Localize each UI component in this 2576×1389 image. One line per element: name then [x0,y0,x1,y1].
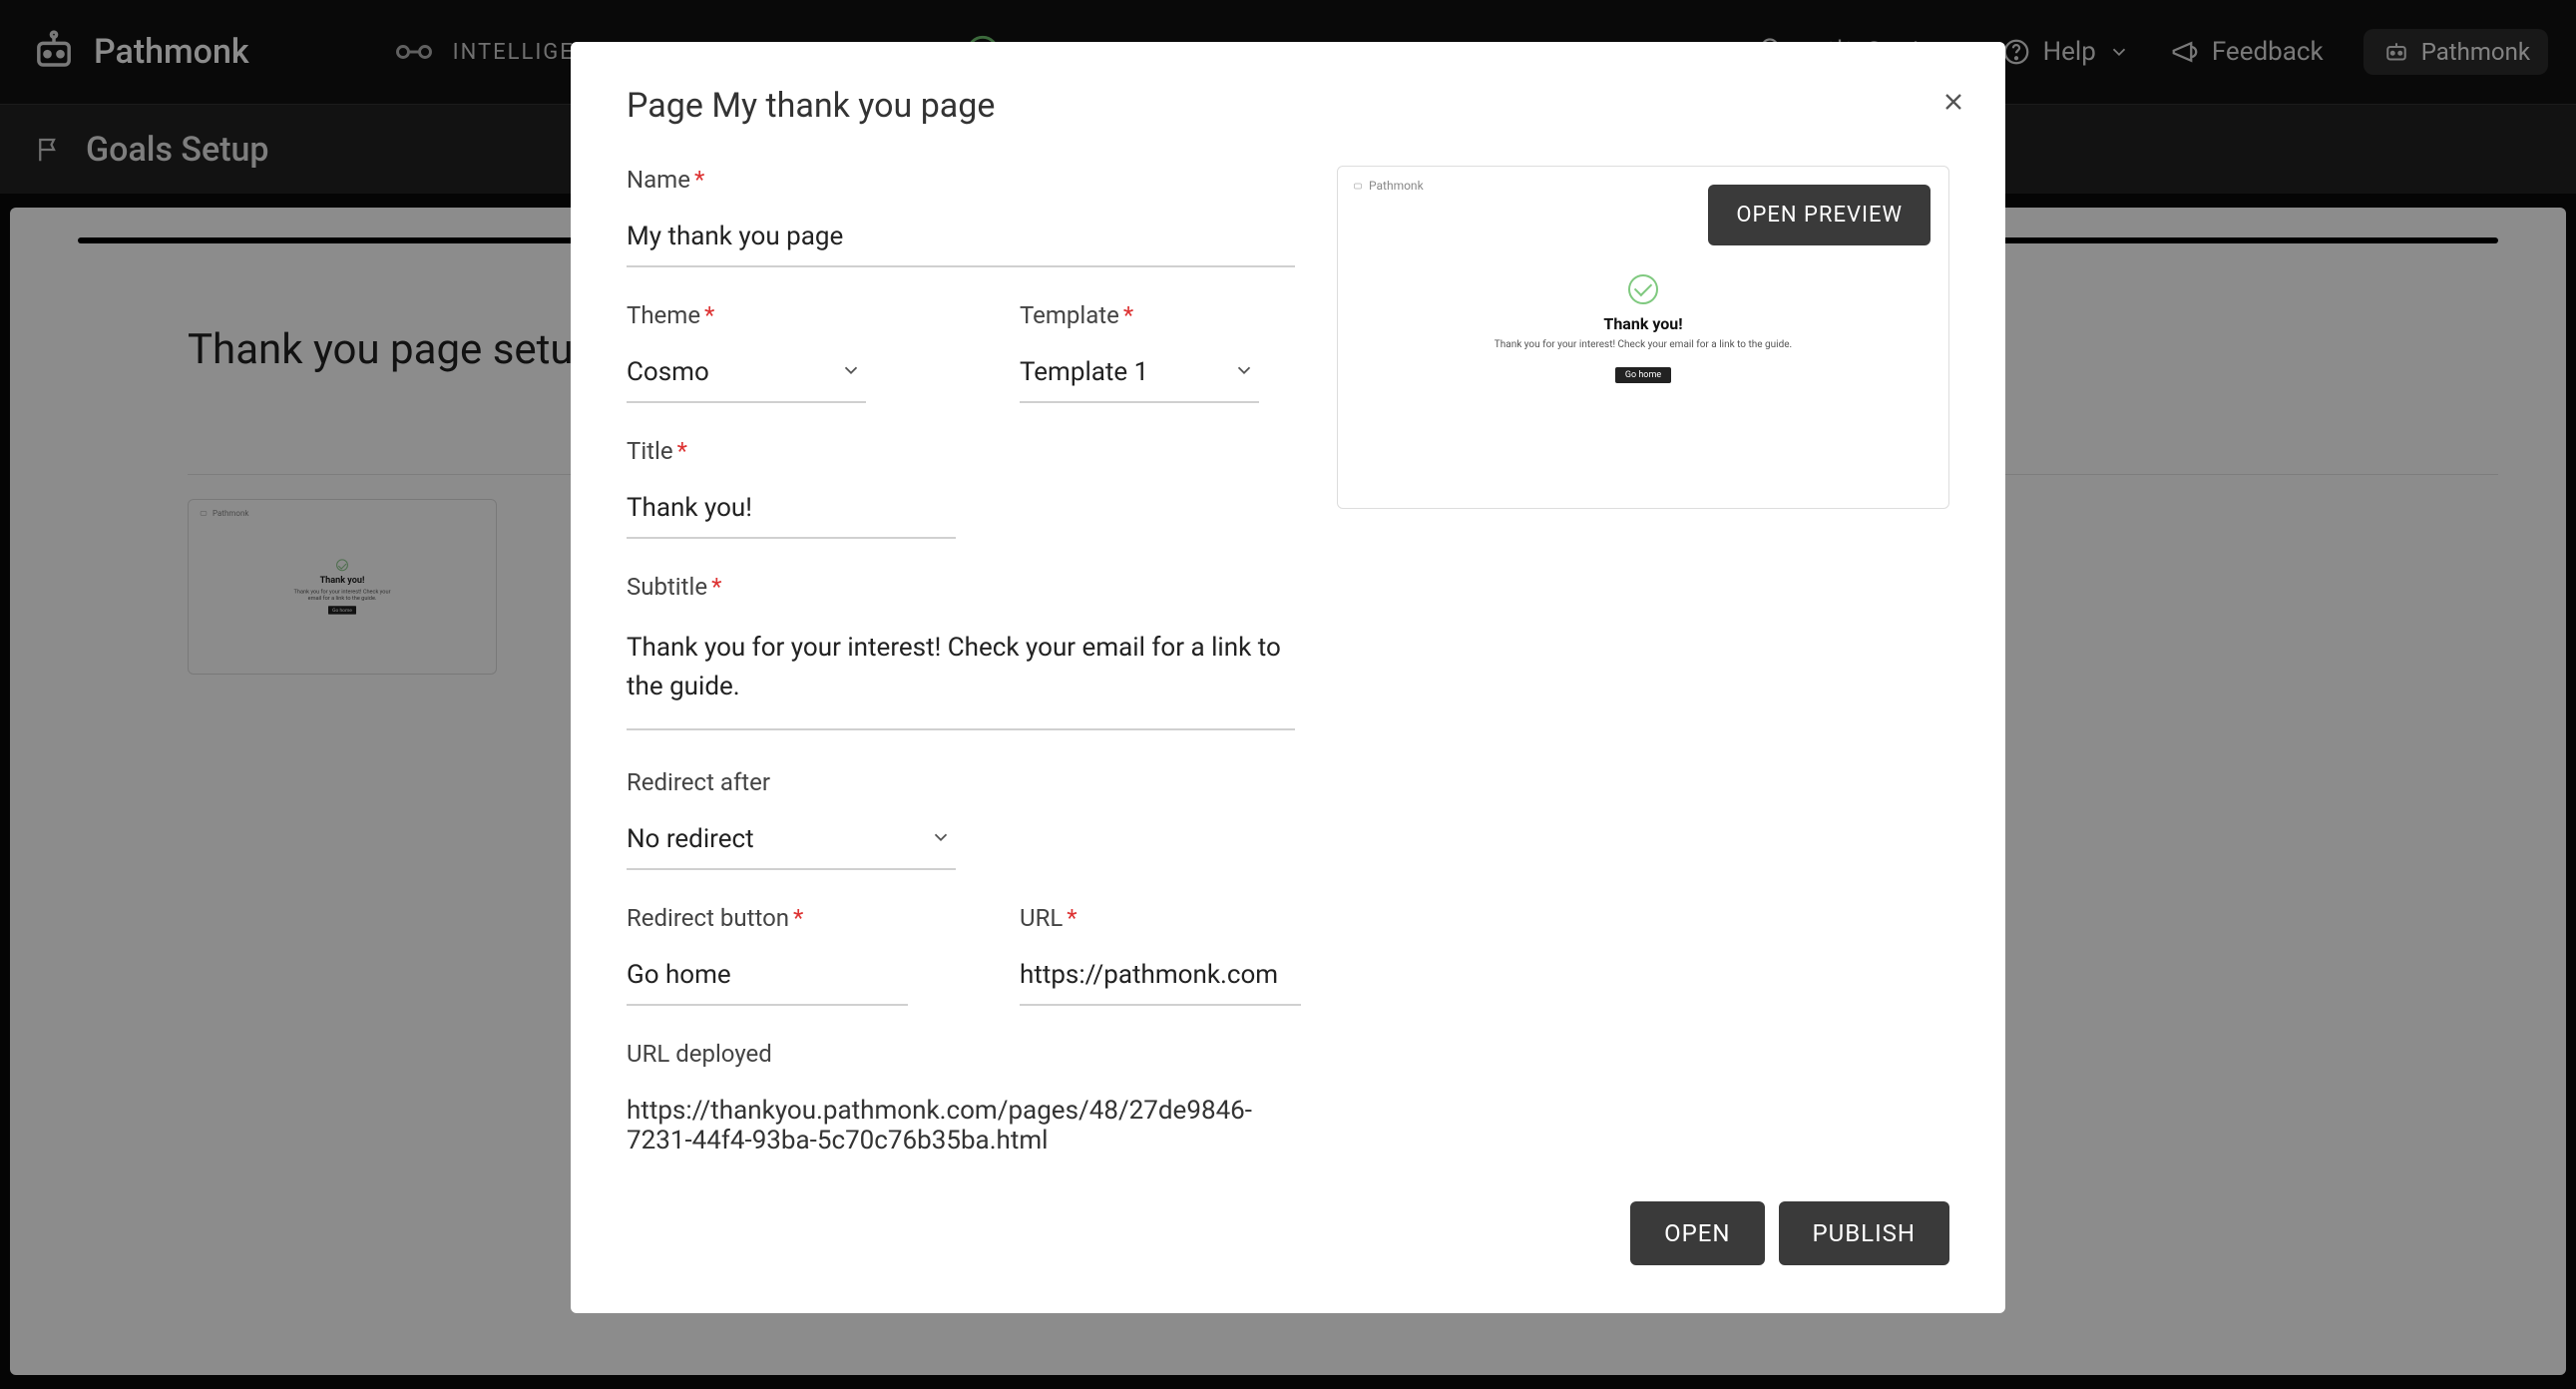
url-deployed-label: URL deployed [627,1040,1301,1068]
open-button[interactable]: OPEN [1630,1201,1764,1265]
redirect-button-label: Redirect button* [627,904,908,932]
subtitle-input[interactable] [627,621,1295,730]
url-deployed-value: https://thankyou.pathmonk.com/pages/48/2… [627,1088,1301,1169]
form: Name* Theme* Template* [627,166,1301,1169]
preview-card: Pathmonk OPEN PREVIEW Thank you! Thank y… [1337,166,1949,509]
preview-title: Thank you! [1338,314,1948,333]
publish-button[interactable]: PUBLISH [1779,1201,1949,1265]
preview-sub: Thank you for your interest! Check your … [1338,339,1948,350]
check-icon [1628,274,1658,304]
preview-column: Pathmonk OPEN PREVIEW Thank you! Thank y… [1337,166,1949,1169]
redirect-after-select[interactable] [627,816,956,870]
url-deployed-group: URL deployed https://thankyou.pathmonk.c… [627,1040,1301,1169]
template-field-group: Template* [1020,301,1301,403]
modal-title: Page My thank you page [627,86,1949,126]
theme-select[interactable] [627,349,866,403]
close-icon[interactable] [1939,88,1967,116]
open-preview-button[interactable]: OPEN PREVIEW [1708,185,1931,245]
title-input[interactable] [627,485,956,539]
name-input[interactable] [627,214,1295,267]
url-field-group: URL* [1020,904,1301,1006]
modal-footer: OPEN PUBLISH [627,1201,1949,1265]
subtitle-label: Subtitle* [627,573,1301,601]
url-input[interactable] [1020,952,1301,1006]
redirect-after-label: Redirect after [627,768,1301,796]
redirect-button-input[interactable] [627,952,908,1006]
name-label: Name* [627,166,1301,194]
template-select[interactable] [1020,349,1259,403]
theme-label: Theme* [627,301,908,329]
title-label: Title* [627,437,1301,465]
name-field-group: Name* [627,166,1301,267]
title-field-group: Title* [627,437,1301,539]
modal-overlay: Page My thank you page Name* Theme* [0,0,2576,1389]
template-label: Template* [1020,301,1301,329]
preview-button: Go home [1615,367,1671,383]
subtitle-field-group: Subtitle* [627,573,1301,734]
modal: Page My thank you page Name* Theme* [571,42,2005,1313]
preview-brand: Pathmonk [1352,179,1424,193]
redirect-button-field-group: Redirect button* [627,904,908,1006]
redirect-after-field-group: Redirect after [627,768,1301,870]
theme-field-group: Theme* [627,301,908,403]
url-label: URL* [1020,904,1301,932]
